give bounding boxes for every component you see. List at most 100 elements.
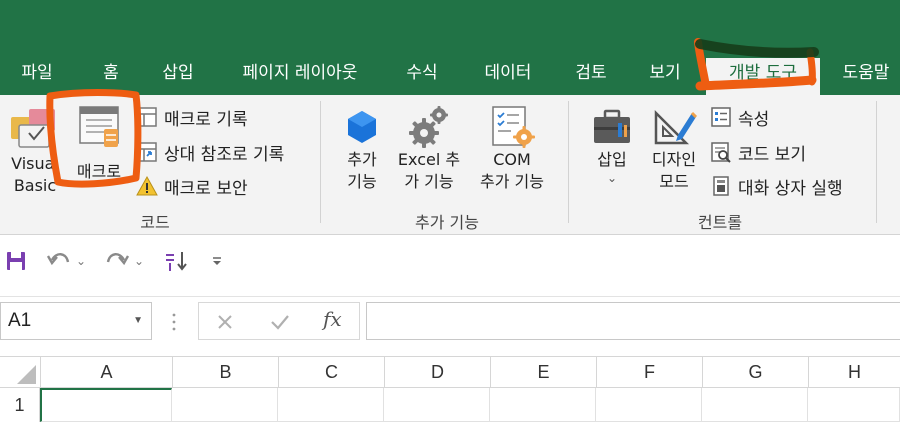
design-mode-icon [654, 109, 698, 145]
addins-button[interactable]: 추가 기능 [334, 105, 390, 193]
cell-d1[interactable] [384, 388, 490, 422]
undo-icon [46, 253, 70, 266]
record-macro-label: 매크로 기록 [164, 109, 248, 130]
save-button[interactable] [6, 248, 26, 274]
insert-function-button[interactable]: fx [323, 307, 342, 331]
com-addins-label-2: 추가 기능 [480, 172, 544, 191]
record-macro-button[interactable]: 매크로 기록 [136, 103, 248, 131]
tab-home[interactable]: 홈 [90, 58, 132, 95]
relative-reference-icon [137, 142, 157, 162]
toolbox-icon [594, 109, 630, 143]
excel-addins-button[interactable]: Excel 추 가 기능 [392, 105, 466, 193]
cancel-icon[interactable] [215, 312, 235, 332]
tab-view[interactable]: 보기 [636, 58, 694, 95]
macro-label: 매크로 [76, 162, 122, 181]
redo-icon [106, 253, 130, 266]
com-addins-button[interactable]: COM 추가 기능 [470, 105, 554, 193]
group-separator [320, 101, 321, 223]
view-code-icon [711, 142, 731, 163]
cell-e1[interactable] [490, 388, 596, 422]
group-separator [876, 101, 877, 223]
tab-insert[interactable]: 삽입 [148, 58, 208, 95]
chevron-down-icon: ⌄ [606, 171, 618, 185]
design-mode-label-2: 모드 [659, 172, 689, 191]
column-header-d[interactable]: D [384, 357, 490, 388]
title-band: 파일 홈 삽입 페이지 레이아웃 수식 데이터 검토 보기 개발 도구 도움말 [0, 0, 900, 95]
tab-developer[interactable]: 개발 도구 [706, 58, 820, 95]
quick-access-toolbar: ⌄ ⌄ [0, 236, 900, 286]
redo-button[interactable]: ⌄ [104, 248, 144, 274]
macro-button[interactable]: 매크로 [64, 103, 134, 183]
enter-check-icon[interactable] [269, 312, 291, 332]
cell-f1[interactable] [596, 388, 702, 422]
tab-page-layout[interactable]: 페이지 레이아웃 [226, 58, 374, 95]
macro-icon [79, 106, 119, 147]
cell-a1[interactable] [40, 388, 172, 422]
properties-icon [711, 107, 731, 127]
undo-button[interactable]: ⌄ [46, 248, 86, 274]
addins-group-label: 추가 기능 [415, 213, 479, 232]
run-dialog-icon [713, 176, 729, 196]
design-mode-button[interactable]: 디자인 모드 [644, 105, 704, 193]
column-header-a[interactable]: A [40, 357, 172, 388]
name-box[interactable]: A1 ▼ [0, 302, 152, 340]
save-icon [7, 252, 25, 270]
controls-group-label: 컨트롤 [697, 213, 743, 232]
formula-bar-grip[interactable] [171, 311, 177, 333]
insert-control-button[interactable]: 삽입 ⌄ [584, 105, 640, 185]
column-header-g[interactable]: G [702, 357, 808, 388]
tab-help[interactable]: 도움말 [832, 58, 900, 95]
view-code-label: 코드 보기 [738, 144, 806, 165]
chevron-down-icon[interactable]: ▼ [133, 303, 143, 339]
relative-reference-label: 상대 참조로 기록 [164, 144, 285, 165]
chevron-down-icon[interactable]: ⌄ [134, 254, 144, 268]
relative-reference-button[interactable]: 상대 참조로 기록 [136, 138, 284, 166]
formula-bar: A1 ▼ fx [0, 296, 900, 346]
com-addins-label-1: COM [493, 150, 531, 169]
customize-qat-button[interactable] [210, 248, 224, 274]
name-box-value: A1 [8, 310, 32, 331]
column-header-b[interactable]: B [172, 357, 278, 388]
properties-button[interactable]: 속성 [710, 103, 769, 131]
column-header-e[interactable]: E [490, 357, 596, 388]
sort-button[interactable] [164, 248, 188, 274]
group-separator [568, 101, 569, 223]
visual-basic-label-1: Visual [11, 154, 59, 173]
cell-b1[interactable] [172, 388, 278, 422]
formula-input[interactable] [366, 302, 900, 340]
com-addins-icon [492, 106, 535, 148]
visual-basic-button[interactable]: Visual Basic [6, 103, 64, 197]
tab-formulas[interactable]: 수식 [394, 58, 450, 95]
chevron-down-icon[interactable]: ⌄ [76, 254, 86, 268]
tab-data[interactable]: 데이터 [470, 58, 546, 95]
visual-basic-icon [11, 109, 55, 148]
column-header-f[interactable]: F [596, 357, 702, 388]
row-header-1[interactable]: 1 [0, 388, 40, 422]
excel-addins-label-1: Excel 추 [397, 150, 461, 169]
tab-review[interactable]: 검토 [562, 58, 620, 95]
column-header-h[interactable]: H [808, 357, 900, 388]
run-dialog-button[interactable]: 대화 상자 실행 [710, 172, 843, 200]
properties-label: 속성 [738, 109, 770, 130]
run-dialog-label: 대화 상자 실행 [738, 178, 843, 199]
addins-label-1: 추가 [347, 150, 377, 169]
column-header-c[interactable]: C [278, 357, 384, 388]
cell-h1[interactable] [808, 388, 900, 422]
gear-icon [409, 106, 448, 148]
macro-security-label: 매크로 보안 [164, 178, 248, 199]
customize-icon [213, 257, 221, 265]
addins-label-2: 기능 [347, 172, 377, 191]
select-all-corner[interactable] [0, 357, 40, 388]
macro-security-button[interactable]: 매크로 보안 [136, 172, 248, 200]
cell-g1[interactable] [702, 388, 808, 422]
addins-hexagon-icon [348, 111, 376, 143]
visual-basic-label-2: Basic [13, 176, 57, 195]
sort-icon [166, 252, 187, 271]
warning-icon [136, 175, 158, 196]
tab-file[interactable]: 파일 [10, 58, 64, 95]
insert-control-label: 삽입 [597, 150, 627, 169]
formula-buttons: fx [198, 302, 360, 340]
view-code-button[interactable]: 코드 보기 [710, 138, 806, 166]
excel-addins-label-2: 가 기능 [404, 172, 454, 191]
cell-c1[interactable] [278, 388, 384, 422]
